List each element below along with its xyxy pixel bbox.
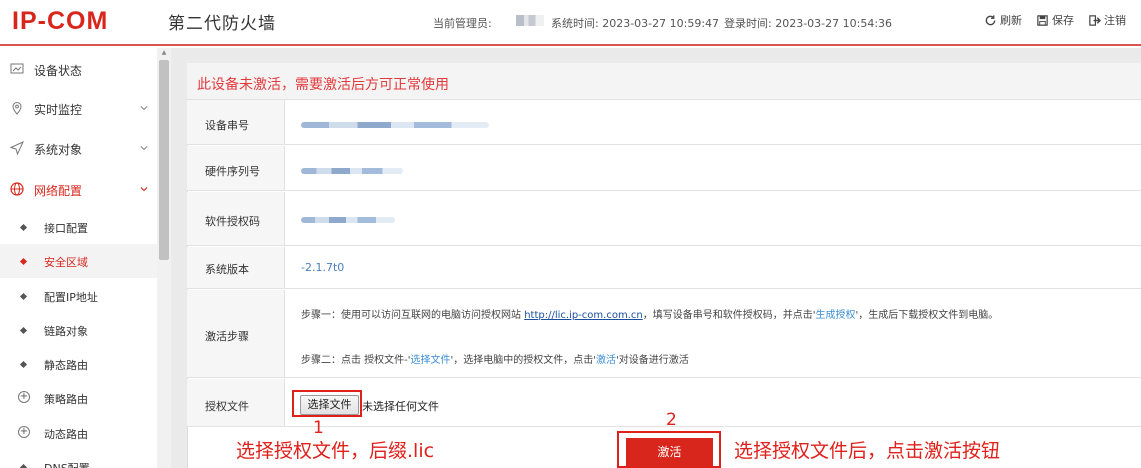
activation-steps-label: 激活步骤 (205, 330, 249, 343)
sidebar-sublabel: 策略路由 (44, 393, 88, 406)
file-status-text: 未选择任何文件 (362, 400, 439, 413)
save-button[interactable]: 保存 (1036, 12, 1074, 28)
sidebar-sublabel: 配置IP地址 (44, 291, 98, 304)
annotation-number-1: 1 (313, 418, 324, 438)
sidebar-item-link-objects[interactable]: 链路对象 (0, 313, 157, 347)
bullet-icon (19, 326, 28, 335)
sidebar-item-device-status[interactable]: 设备状态 (0, 50, 157, 88)
step-one-text: 步骤一：使用可以访问互联网的电脑访问授权网站 http://lic.ip-com… (301, 306, 998, 321)
brand-logo: IP-COM (12, 6, 108, 36)
license-code-label: 软件授权码 (205, 215, 260, 228)
step-two-prefix: 步骤二：点击 授权文件-' (301, 355, 411, 366)
chevron-down-icon (140, 187, 148, 192)
step-one-middle: ，填写设备串号和软件授权码，并点击' (642, 310, 816, 321)
top-header: IP-COM 第二代防火墙 当前管理员: 系统时间: 2023-03-27 10… (0, 0, 1141, 46)
sidebar-label: 系统对象 (34, 143, 83, 157)
warning-bar: 此设备未激活，需要激活后方可正常使用 (187, 63, 1141, 100)
step-one-prefix: 步骤一：使用可以访问互联网的电脑访问授权网站 (301, 310, 525, 321)
sidebar-item-dns-config[interactable]: DNS配置 (0, 450, 157, 468)
system-time: 系统时间: 2023-03-27 10:59:47 (551, 17, 720, 30)
row-system-version: 系统版本 -2.1.7t0 (187, 247, 1141, 289)
product-name: 第二代防火墙 (168, 14, 276, 34)
login-time: 登录时间: 2023-03-27 10:54:36 (724, 17, 893, 30)
license-code-value-redacted (301, 217, 395, 223)
sidebar-label: 实时监控 (34, 103, 83, 117)
sidebar-sublabel: 链路对象 (44, 325, 88, 338)
sidebar-item-realtime-monitor[interactable]: 实时监控 (0, 89, 157, 127)
device-serial-label: 设备串号 (205, 119, 249, 132)
sidebar-scroll-thumb[interactable] (159, 60, 169, 260)
sidebar-item-network-config[interactable]: 网络配置 (0, 170, 157, 208)
sidebar-item-static-route[interactable]: 静态路由 (0, 347, 157, 381)
chevron-down-icon (140, 106, 148, 111)
logo-text: IP-COM (12, 6, 109, 35)
warning-text: 此设备未激活，需要激活后方可正常使用 (197, 77, 449, 93)
annotation-box-choose-file (292, 390, 362, 417)
refresh-label: 刷新 (1000, 14, 1022, 27)
bullet-icon (19, 360, 28, 369)
logout-icon (1089, 14, 1101, 26)
bullet-icon (19, 463, 28, 468)
send-icon (10, 141, 24, 155)
annotation-number-2: 2 (666, 410, 677, 430)
step-one-suffix: '，生成后下载授权文件到电脑。 (855, 310, 999, 321)
choose-file-text: 选择文件 (410, 355, 451, 366)
step-two-suffix: '对设备进行激活 (616, 355, 689, 366)
logout-label: 注销 (1104, 14, 1126, 27)
system-version-label: 系统版本 (205, 263, 249, 276)
sidebar-item-system-objects[interactable]: 系统对象 (0, 129, 157, 167)
bullet-icon (19, 292, 28, 301)
annotation-box-activate (617, 431, 721, 468)
activate-text: 激活 (596, 355, 617, 366)
annotation-text-1: 选择授权文件，后缀.lic (236, 440, 435, 462)
refresh-button[interactable]: 刷新 (984, 12, 1022, 28)
location-pin-icon (12, 102, 22, 115)
admin-label: 当前管理员: (433, 17, 492, 30)
system-version-value: -2.1.7t0 (301, 261, 345, 274)
sidebar-label: 网络配置 (34, 184, 83, 198)
sidebar-sublabel: 静态路由 (44, 359, 88, 372)
row-hardware-serial: 硬件序列号 (187, 146, 1141, 191)
row-device-serial: 设备串号 (187, 100, 1141, 145)
device-serial-value-redacted (301, 122, 489, 128)
hardware-serial-value-redacted (301, 168, 403, 174)
monitor-icon (10, 63, 24, 74)
expand-plus-icon: + (18, 426, 30, 438)
annotation-text-2: 选择授权文件后，点击激活按钮 (734, 440, 1001, 462)
sidebar-item-interface-config[interactable]: 接口配置 (0, 210, 157, 244)
hardware-serial-label: 硬件序列号 (205, 165, 260, 178)
generate-license-text: 生成授权 (815, 310, 856, 321)
bullet-icon (19, 223, 28, 232)
sidebar-sublabel: 安全区域 (44, 256, 88, 269)
sidebar-label: 设备状态 (34, 64, 83, 78)
sidebar-item-dynamic-route[interactable]: + 动态路由 (0, 416, 157, 450)
step-two-middle: '，选择电脑中的授权文件，点击' (450, 355, 597, 366)
sidebar-item-policy-route[interactable]: + 策略路由 (0, 381, 157, 415)
sidebar-sublabel: 接口配置 (44, 222, 88, 235)
sidebar-item-ip-config[interactable]: 配置IP地址 (0, 279, 157, 313)
license-site-link[interactable]: http://lic.ip-com.com.cn (524, 310, 643, 321)
save-label: 保存 (1052, 14, 1074, 27)
globe-icon (10, 182, 24, 196)
admin-name-redacted (516, 15, 544, 26)
row-activation-steps: 激活步骤 步骤一：使用可以访问互联网的电脑访问授权网站 http://lic.i… (187, 290, 1141, 378)
sidebar-sublabel: 动态路由 (44, 428, 88, 441)
logout-button[interactable]: 注销 (1088, 12, 1126, 28)
sidebar-sublabel: DNS配置 (44, 460, 90, 468)
license-file-label: 授权文件 (205, 400, 249, 413)
sidebar: 设备状态 实时监控 系统对象 网络配置 接口配置 安全区域 配置IP地址 链路对… (0, 48, 171, 468)
refresh-icon (985, 14, 996, 25)
expand-plus-icon: + (18, 391, 30, 403)
chevron-down-icon (140, 146, 148, 151)
step-two-text: 步骤二：点击 授权文件-'选择文件'，选择电脑中的授权文件，点击'激活'对设备进… (301, 351, 689, 366)
bullet-icon (19, 257, 28, 266)
save-icon (1037, 14, 1048, 26)
scroll-up-icon[interactable]: ▲ (159, 49, 169, 57)
row-license-code: 软件授权码 (187, 192, 1141, 246)
sidebar-item-security-zone[interactable]: 安全区域 (0, 244, 157, 278)
